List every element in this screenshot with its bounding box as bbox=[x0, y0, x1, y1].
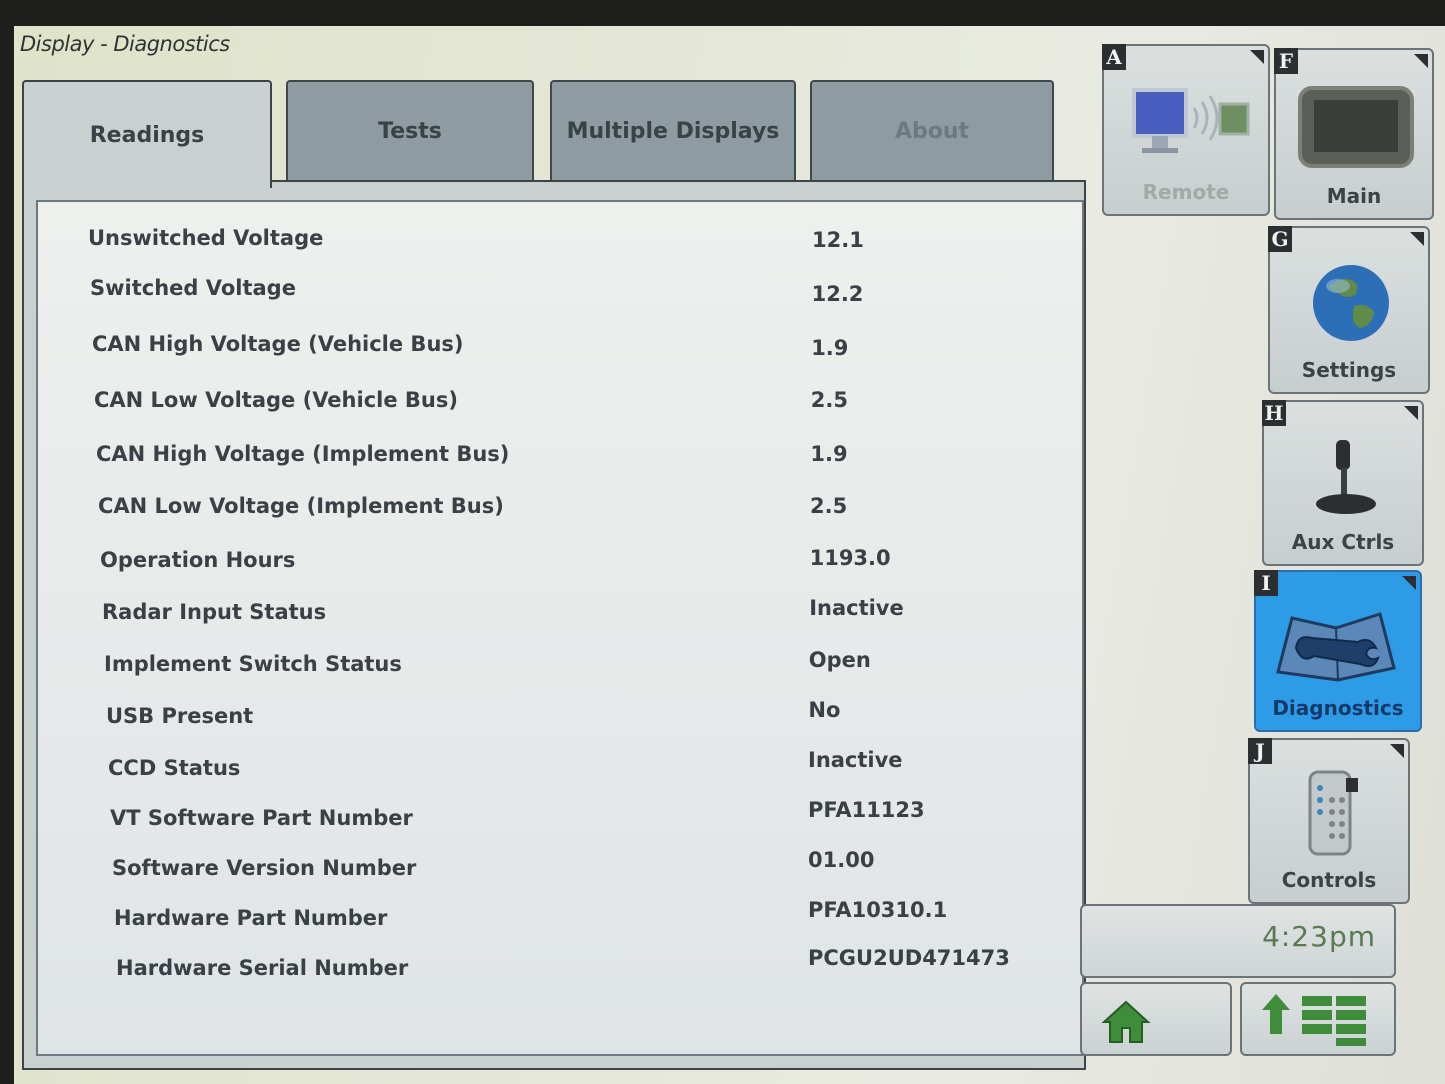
button-letter: A bbox=[1102, 44, 1126, 70]
tab-about[interactable]: About bbox=[810, 80, 1054, 180]
up-arrow-menu-icon bbox=[1262, 994, 1366, 1046]
reading-value: Open bbox=[808, 648, 871, 672]
home-button[interactable] bbox=[1080, 982, 1232, 1056]
button-label: Diagnostics bbox=[1272, 696, 1404, 720]
handheld-controller-icon bbox=[1308, 770, 1358, 856]
aux-ctrls-button[interactable]: H Aux Ctrls bbox=[1262, 400, 1424, 566]
button-letter: I bbox=[1254, 570, 1278, 596]
reading-label: CAN High Voltage (Implement Bus) bbox=[96, 442, 510, 466]
reading-value: PFA10310.1 bbox=[808, 898, 948, 922]
corner-triangle-icon bbox=[1404, 406, 1418, 420]
display-unit-icon bbox=[1298, 86, 1414, 168]
reading-label: Hardware Serial Number bbox=[116, 956, 409, 980]
main-button[interactable]: F Main bbox=[1274, 48, 1434, 220]
button-label: Remote bbox=[1142, 180, 1230, 204]
wrench-book-icon bbox=[1276, 612, 1396, 682]
reading-value: 1.9 bbox=[810, 442, 848, 466]
reading-value: 12.1 bbox=[812, 228, 864, 252]
tab-label: Tests bbox=[378, 118, 442, 144]
reading-label: Software Version Number bbox=[112, 856, 417, 880]
reading-value: PCGU2UD471473 bbox=[808, 946, 1010, 970]
joystick-icon bbox=[1316, 440, 1376, 514]
reading-label: Switched Voltage bbox=[90, 276, 296, 300]
readings-panel: Unswitched Voltage 12.1 Switched Voltage 12… bbox=[36, 200, 1084, 1056]
button-label: Controls bbox=[1281, 868, 1377, 892]
menu-button[interactable] bbox=[1240, 982, 1396, 1056]
reading-label: Hardware Part Number bbox=[114, 906, 388, 930]
tab-readings[interactable]: Readings bbox=[22, 80, 272, 188]
reading-value: 01.00 bbox=[808, 848, 875, 872]
button-label: Main bbox=[1326, 184, 1382, 208]
button-letter: F bbox=[1274, 48, 1298, 74]
tab-tests[interactable]: Tests bbox=[286, 80, 534, 180]
button-label: Aux Ctrls bbox=[1291, 530, 1395, 554]
clock-display: 4:23pm bbox=[1080, 904, 1396, 978]
reading-value: 1193.0 bbox=[809, 546, 891, 570]
reading-label: CAN Low Voltage (Vehicle Bus) bbox=[94, 388, 458, 412]
reading-label: Radar Input Status bbox=[102, 600, 327, 624]
remote-display-icon bbox=[1132, 88, 1250, 153]
reading-value: 1.9 bbox=[811, 336, 849, 360]
reading-label: Implement Switch Status bbox=[104, 652, 402, 676]
reading-value: 2.5 bbox=[810, 494, 848, 518]
corner-triangle-icon bbox=[1410, 232, 1424, 246]
tab-label: Multiple Displays bbox=[566, 118, 780, 144]
window-title: Display - Diagnostics bbox=[20, 32, 230, 56]
reading-label: Operation Hours bbox=[100, 548, 296, 572]
tab-label: About bbox=[894, 118, 970, 144]
reading-value: 2.5 bbox=[810, 388, 848, 412]
controls-button[interactable]: J Controls bbox=[1248, 738, 1410, 904]
corner-triangle-icon bbox=[1250, 50, 1264, 64]
reading-value: 12.2 bbox=[811, 282, 864, 306]
reading-label: VT Software Part Number bbox=[110, 806, 413, 830]
button-letter: H bbox=[1262, 400, 1286, 426]
tab-label: Readings bbox=[89, 122, 205, 148]
reading-value: Inactive bbox=[809, 596, 904, 620]
clock-time: 4:23pm bbox=[1262, 920, 1376, 953]
corner-triangle-icon bbox=[1414, 54, 1428, 68]
diagnostics-button[interactable]: I Diagnostics bbox=[1254, 570, 1422, 732]
home-icon bbox=[1101, 1000, 1151, 1043]
button-letter: G bbox=[1268, 226, 1292, 252]
remote-button[interactable]: A Remote bbox=[1102, 44, 1270, 216]
settings-button[interactable]: G Settings bbox=[1268, 226, 1430, 394]
reading-value: Inactive bbox=[808, 748, 903, 772]
tab-multiple-displays[interactable]: Multiple Displays bbox=[550, 80, 796, 180]
reading-label: CAN Low Voltage (Implement Bus) bbox=[98, 494, 504, 518]
display-screen: Display - Diagnostics Readings Tests Mul… bbox=[14, 26, 1445, 1084]
corner-triangle-icon bbox=[1402, 576, 1416, 590]
reading-label: CCD Status bbox=[108, 756, 241, 780]
button-letter: J bbox=[1248, 738, 1272, 764]
reading-label: Unswitched Voltage bbox=[88, 226, 324, 250]
reading-value: PFA11123 bbox=[808, 798, 925, 822]
globe-icon bbox=[1313, 265, 1389, 341]
reading-label: CAN High Voltage (Vehicle Bus) bbox=[92, 332, 464, 356]
button-label: Settings bbox=[1301, 358, 1397, 382]
corner-triangle-icon bbox=[1390, 744, 1404, 758]
reading-label: USB Present bbox=[106, 704, 254, 728]
reading-value: No bbox=[808, 698, 841, 722]
